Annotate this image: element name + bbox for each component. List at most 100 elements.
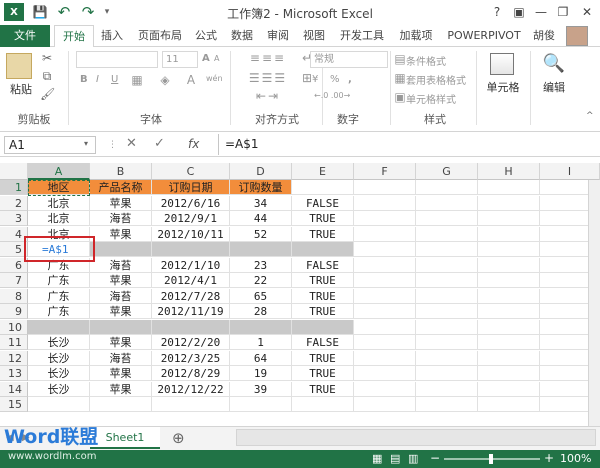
cell-c1[interactable]: 订购日期: [152, 180, 230, 195]
user-name[interactable]: 胡俊: [530, 25, 558, 47]
tab-formulas[interactable]: 公式: [190, 25, 222, 47]
restore-button[interactable]: ❐: [552, 2, 574, 22]
zoom-in-icon[interactable]: +: [544, 451, 554, 465]
tab-file[interactable]: 文件: [0, 25, 50, 47]
cell-d5[interactable]: [230, 242, 292, 257]
cell-d3[interactable]: 44: [230, 211, 292, 226]
tab-review[interactable]: 审阅: [262, 25, 294, 47]
tab-view[interactable]: 视图: [298, 25, 330, 47]
cell-b9[interactable]: 苹果: [90, 304, 152, 319]
cell-b11[interactable]: 苹果: [90, 335, 152, 350]
cell-a9[interactable]: 广东: [28, 304, 90, 319]
row-header[interactable]: 12: [0, 350, 28, 366]
cell-f3[interactable]: [354, 211, 416, 226]
cell-e5[interactable]: [292, 242, 354, 257]
tab-developer[interactable]: 开发工具: [334, 25, 390, 47]
cell-b6[interactable]: 海苔: [90, 257, 152, 273]
cell-d4[interactable]: 52: [230, 226, 292, 242]
cell-g13[interactable]: [416, 366, 478, 381]
row-header[interactable]: 13: [0, 366, 28, 381]
cell-b7[interactable]: 苹果: [90, 273, 152, 288]
cell-g6[interactable]: [416, 257, 478, 273]
cell-g12[interactable]: [416, 350, 478, 366]
avatar[interactable]: [566, 26, 588, 46]
column-header-g[interactable]: G: [416, 163, 478, 180]
shrink-font-icon[interactable]: A: [214, 54, 219, 63]
cell-f4[interactable]: [354, 226, 416, 242]
cell-b8[interactable]: 海苔: [90, 288, 152, 304]
customize-qat-icon[interactable]: ▾: [100, 3, 114, 21]
cell-g2[interactable]: [416, 195, 478, 211]
row-header[interactable]: 2: [0, 195, 28, 211]
column-header-b[interactable]: B: [90, 163, 152, 180]
decimal-icons[interactable]: ←.0 .00→: [314, 91, 350, 100]
cell-style-button[interactable]: 单元格样式: [406, 91, 456, 106]
cell-b4[interactable]: 苹果: [90, 226, 152, 242]
cell-b10[interactable]: [90, 319, 152, 335]
cell-e13[interactable]: TRUE: [292, 366, 354, 381]
column-header-d[interactable]: D: [230, 163, 292, 180]
cell-f1[interactable]: [354, 180, 416, 195]
cell-f8[interactable]: [354, 288, 416, 304]
ribbon-display-button[interactable]: ▣: [508, 2, 530, 22]
redo-icon[interactable]: ↷: [78, 3, 98, 21]
cell-style-icon[interactable]: ▣: [394, 90, 406, 104]
cell-h4[interactable]: [478, 226, 540, 242]
cell-g11[interactable]: [416, 335, 478, 350]
cell-f12[interactable]: [354, 350, 416, 366]
cell-e4[interactable]: TRUE: [292, 226, 354, 242]
cell-a3[interactable]: 北京: [28, 211, 90, 226]
cell-d10[interactable]: [230, 319, 292, 335]
cell-e3[interactable]: TRUE: [292, 211, 354, 226]
italic-icon[interactable]: I: [96, 74, 99, 85]
enter-icon[interactable]: ✓: [154, 136, 165, 151]
save-icon[interactable]: 💾: [30, 3, 50, 21]
cell-d12[interactable]: 64: [230, 350, 292, 366]
cell-g4[interactable]: [416, 226, 478, 242]
cell-g8[interactable]: [416, 288, 478, 304]
cell-b3[interactable]: 海苔: [90, 211, 152, 226]
cell-e12[interactable]: TRUE: [292, 350, 354, 366]
conditional-format-icon[interactable]: ▤: [394, 52, 406, 66]
row-header[interactable]: 11: [0, 335, 28, 350]
cell-h9[interactable]: [478, 304, 540, 319]
cell-f2[interactable]: [354, 195, 416, 211]
column-header-i[interactable]: I: [540, 163, 600, 180]
row-header[interactable]: 14: [0, 381, 28, 397]
tab-powerpivot[interactable]: POWERPIVOT: [444, 25, 524, 47]
cell-h5[interactable]: [478, 242, 540, 257]
column-header-e[interactable]: E: [292, 163, 354, 180]
bold-icon[interactable]: B: [80, 74, 88, 85]
undo-icon[interactable]: ↶: [54, 3, 74, 21]
formula-input[interactable]: =A$1: [218, 134, 596, 155]
tab-data[interactable]: 数据: [226, 25, 258, 47]
cell-h8[interactable]: [478, 288, 540, 304]
select-all-button[interactable]: [0, 163, 28, 180]
cell-c3[interactable]: 2012/9/1: [152, 211, 230, 226]
cell-c8[interactable]: 2012/7/28: [152, 288, 230, 304]
editing-button[interactable]: 编辑: [534, 79, 574, 95]
formula-bar-grip[interactable]: ⋮: [108, 140, 117, 150]
cell-e15[interactable]: [292, 397, 354, 412]
comma-icon[interactable]: ,: [348, 74, 352, 85]
cell-c6[interactable]: 2012/1/10: [152, 257, 230, 273]
cell-f11[interactable]: [354, 335, 416, 350]
cell-e10[interactable]: [292, 319, 354, 335]
cell-d6[interactable]: 23: [230, 257, 292, 273]
name-box-dropdown-icon[interactable]: ▾: [84, 139, 88, 148]
cell-a11[interactable]: 长沙: [28, 335, 90, 350]
cell-d13[interactable]: 19: [230, 366, 292, 381]
cell-b14[interactable]: 苹果: [90, 381, 152, 397]
cell-e1[interactable]: [292, 180, 354, 195]
cell-a13[interactable]: 长沙: [28, 366, 90, 381]
vertical-scrollbar[interactable]: [588, 180, 600, 426]
cell-f5[interactable]: [354, 242, 416, 257]
cell-e7[interactable]: TRUE: [292, 273, 354, 288]
editing-icon[interactable]: 🔍: [542, 53, 566, 75]
cancel-icon[interactable]: ✕: [126, 136, 137, 151]
cell-f14[interactable]: [354, 381, 416, 397]
cell-d8[interactable]: 65: [230, 288, 292, 304]
cell-a12[interactable]: 长沙: [28, 350, 90, 366]
cell-c15[interactable]: [152, 397, 230, 412]
cell-f7[interactable]: [354, 273, 416, 288]
